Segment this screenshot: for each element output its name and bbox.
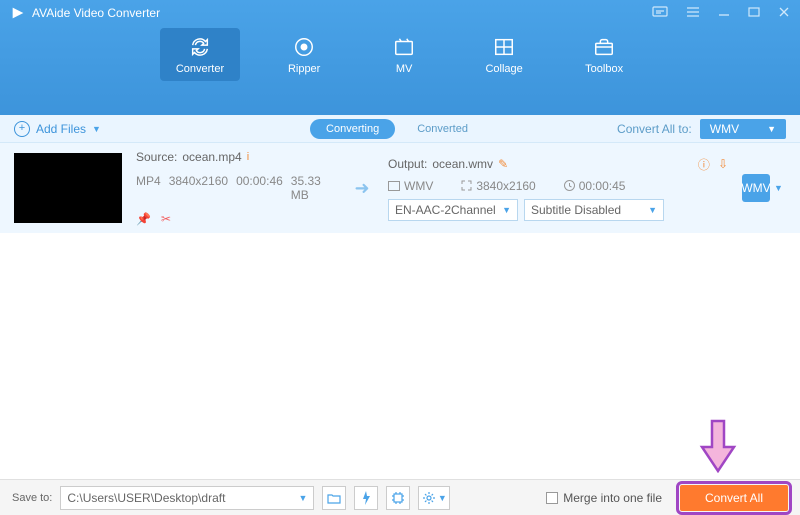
nav-converter-label: Converter [176, 63, 224, 75]
chevron-down-icon: ▼ [648, 205, 657, 215]
nav-converter[interactable]: Converter [160, 28, 240, 81]
chevron-down-icon: ▼ [92, 124, 101, 134]
main-nav: Converter Ripper MV Collage Toolbox [0, 26, 800, 88]
save-path-select[interactable]: C:\Users\USER\Desktop\draft ▼ [60, 486, 314, 510]
merge-checkbox[interactable]: Merge into one file [546, 491, 662, 505]
annotation-arrow [698, 419, 738, 473]
open-folder-button[interactable] [322, 486, 346, 510]
pin-icon[interactable]: 📌 [136, 212, 151, 226]
feedback-icon[interactable] [652, 6, 668, 21]
tab-converted[interactable]: Converted [417, 123, 468, 135]
trim-icon[interactable]: ✂ [161, 212, 171, 226]
menu-icon[interactable] [686, 6, 700, 21]
chevron-down-icon: ▼ [767, 124, 776, 134]
close-icon[interactable] [778, 6, 790, 21]
source-filename: ocean.mp4 [182, 150, 241, 164]
nav-ripper[interactable]: Ripper [268, 28, 340, 81]
nav-collage[interactable]: Collage [468, 28, 540, 81]
maximize-icon[interactable] [748, 6, 760, 21]
plus-icon: + [14, 121, 30, 137]
source-resolution: 3840x2160 [169, 174, 228, 202]
info-circle-icon[interactable]: ⓘ [698, 156, 710, 173]
add-files-button[interactable]: + Add Files ▼ [14, 121, 101, 137]
tab-converting[interactable]: Converting [310, 119, 395, 139]
save-path-value: C:\Users\USER\Desktop\draft [67, 491, 225, 505]
source-size: 35.33 MB [291, 174, 336, 202]
subtitle-value: Subtitle Disabled [531, 203, 621, 217]
source-duration: 00:00:46 [236, 174, 283, 202]
chevron-down-icon: ▼ [502, 205, 511, 215]
arrow-icon: ➜ [350, 178, 374, 199]
source-format: MP4 [136, 174, 161, 202]
compress-icon[interactable]: ⇩ [718, 157, 728, 171]
nav-mv[interactable]: MV [368, 28, 440, 81]
saveto-label: Save to: [12, 492, 52, 504]
output-label: Output: [388, 157, 427, 171]
footer-bar: Save to: C:\Users\USER\Desktop\draft ▼ ▼… [0, 479, 800, 515]
convert-all-label: Convert All [705, 491, 763, 505]
app-title: AVAide Video Converter [32, 6, 160, 20]
app-logo [10, 5, 26, 21]
audio-track-value: EN-AAC-2Channel [395, 203, 496, 217]
source-label: Source: [136, 150, 177, 164]
video-thumbnail[interactable] [14, 153, 122, 223]
convertall-format-select[interactable]: WMV ▼ [700, 119, 786, 139]
titlebar: AVAide Video Converter [0, 0, 800, 26]
output-format: WMV [404, 179, 433, 193]
minimize-icon[interactable] [718, 6, 730, 21]
edit-icon[interactable]: ✎ [498, 157, 508, 171]
info-icon[interactable]: i [247, 151, 249, 163]
convertall-label: Convert All to: [617, 122, 692, 136]
format-badge: WMV [742, 174, 770, 202]
convertall-format-value: WMV [710, 122, 739, 136]
file-item-row: Source: ocean.mp4 i MP4 3840x2160 00:00:… [0, 143, 800, 233]
audio-track-select[interactable]: EN-AAC-2Channel ▼ [388, 199, 518, 221]
chevron-down-icon: ▼ [298, 493, 307, 503]
output-filename: ocean.wmv [432, 157, 493, 171]
convert-all-button[interactable]: Convert All [680, 485, 788, 511]
gpu-button[interactable] [386, 486, 410, 510]
chevron-down-icon: ▼ [774, 183, 783, 193]
nav-toolbox-label: Toolbox [585, 63, 623, 75]
settings-button[interactable]: ▼ [418, 486, 450, 510]
output-resolution: 3840x2160 [476, 179, 535, 193]
add-files-label: Add Files [36, 122, 86, 136]
merge-label: Merge into one file [563, 491, 662, 505]
nav-mv-label: MV [396, 63, 413, 75]
checkbox-icon [546, 492, 558, 504]
output-format-button[interactable]: WMV ▼ [742, 174, 786, 202]
nav-collage-label: Collage [485, 63, 522, 75]
nav-toolbox[interactable]: Toolbox [568, 28, 640, 81]
nav-ripper-label: Ripper [288, 63, 320, 75]
output-duration: 00:00:45 [579, 179, 626, 193]
subtitle-select[interactable]: Subtitle Disabled ▼ [524, 199, 664, 221]
subbar: + Add Files ▼ Converting Converted Conve… [0, 115, 800, 143]
boost-button[interactable] [354, 486, 378, 510]
